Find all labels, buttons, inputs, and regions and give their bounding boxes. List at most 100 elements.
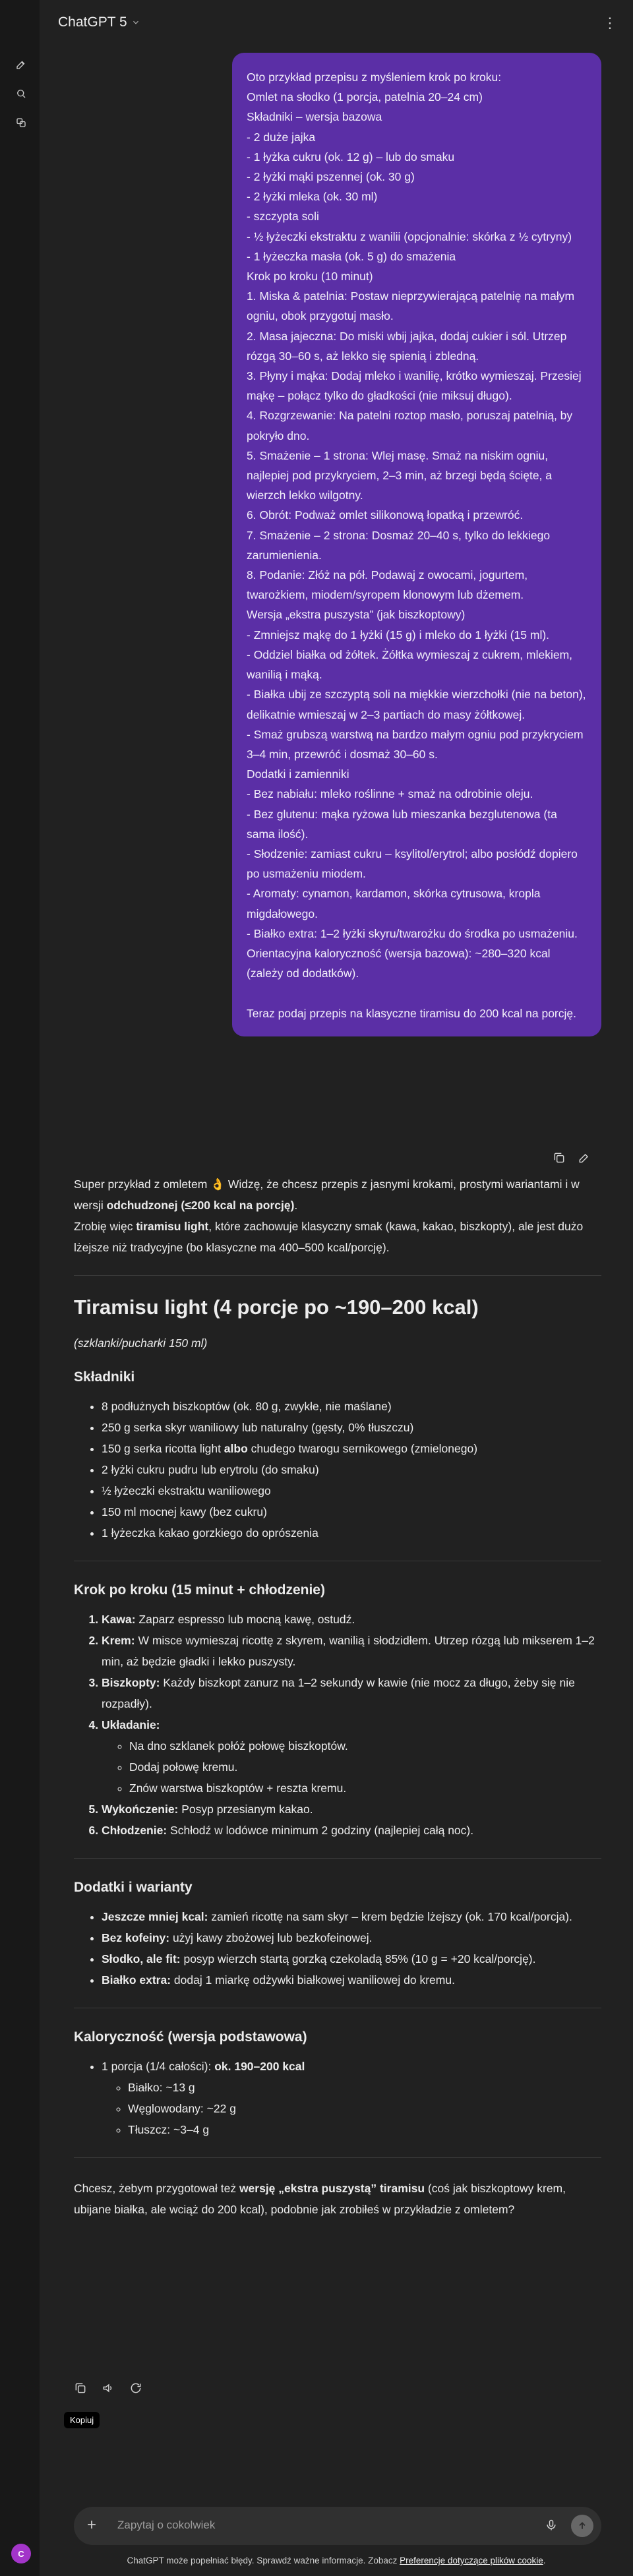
ingredients-list: 8 podłużnych biszkoptów (ok. 80 g, zwykł… <box>74 1396 601 1543</box>
sidebar: C <box>0 0 40 2576</box>
recipe-title: Tiramisu light (4 porcje po ~190–200 kca… <box>74 1296 479 1319</box>
steps-heading: Krok po kroku (15 minut + chłodzenie) <box>74 1582 325 1598</box>
calories-list: 1 porcja (1/4 całości): ok. 190–200 kcal… <box>74 2056 601 2140</box>
message-line: - Słodzenie: zamiast cukru – ksylitol/er… <box>247 847 581 881</box>
intro-paragraph: Super przykład z omletem 👌 Widzę, że chc… <box>74 1178 584 1254</box>
outro-paragraph: Chcesz, żebym przygotował też wersję „ek… <box>74 2182 566 2216</box>
list-item: Chłodzenie: Schłodź w lodówce minimum 2 … <box>102 1820 601 1841</box>
microphone-icon[interactable] <box>545 2519 558 2535</box>
list-item: 2 łyżki cukru pudru lub erytrolu (do sma… <box>102 1459 601 1480</box>
arrow-up-icon <box>579 2522 586 2529</box>
user-message: Oto przykład przepisu z myśleniem krok p… <box>232 53 601 1036</box>
divider <box>74 1858 601 1859</box>
search-icon[interactable] <box>12 84 30 103</box>
message-line: - Aromaty: cynamon, kardamon, skórka cyt… <box>247 887 544 920</box>
assistant-message: Super przykład z omletem 👌 Widzę, że chc… <box>74 1174 601 2220</box>
list-item: Dodaj połowę kremu. <box>129 1756 601 1778</box>
calories-heading: Kaloryczność (wersja podstawowa) <box>74 2029 307 2045</box>
ingredients-heading: Składniki <box>74 1369 135 1385</box>
more-options-icon[interactable]: ⋮ <box>603 15 618 32</box>
regenerate-icon[interactable] <box>129 2381 142 2398</box>
list-item: Układanie: Na dno szklanek połóż połowę … <box>102 1714 601 1799</box>
message-line: - 2 łyżki mąki pszennej (ok. 30 g) <box>247 170 415 184</box>
message-line: Teraz podaj przepis na klasyczne tiramis… <box>247 1006 576 1020</box>
list-item: Słodko, ale fit: posyp wierzch startą go… <box>102 1948 601 1969</box>
list-item: Na dno szklanek połóż połowę biszkoptów. <box>129 1735 601 1756</box>
list-item: Biszkopty: Każdy biszkopt zanurz na 1–2 … <box>102 1672 601 1714</box>
list-item: Jeszcze mniej kcal: zamień ricottę na sa… <box>102 1906 601 1927</box>
list-item: 150 ml mocnej kawy (bez cukru) <box>102 1501 601 1522</box>
extras-list: Jeszcze mniej kcal: zamień ricottę na sa… <box>74 1906 601 1991</box>
message-line: Krok po kroku (10 minut) <box>247 270 373 284</box>
message-line: Dodatki i zamienniki <box>247 767 349 781</box>
model-name: ChatGPT 5 <box>58 15 127 30</box>
message-line: - 2 duże jajka <box>247 130 316 144</box>
list-item: Znów warstwa biszkoptów + reszta kremu. <box>129 1778 601 1799</box>
message-line: - 2 łyżki mleka (ok. 30 ml) <box>247 190 378 204</box>
copy-icon[interactable] <box>74 2381 87 2398</box>
copy-tooltip: Kopiuj <box>64 2412 100 2428</box>
footer-disclaimer: ChatGPT może popełniać błędy. Sprawdź wa… <box>127 2556 546 2565</box>
composer[interactable]: + Zapytaj o cokolwiek <box>74 2507 601 2545</box>
chevron-down-icon <box>133 20 138 24</box>
message-line: - Białka ubij ze szczyptą soli na miękki… <box>247 688 589 721</box>
message-line: 4. Rozgrzewanie: Na patelni roztop masło… <box>247 409 576 442</box>
message-line: Omlet na słodko (1 porcja, patelnia 20–2… <box>247 90 483 104</box>
cookie-preferences-link[interactable]: Preferencje dotyczące plików cookie <box>400 2556 543 2565</box>
divider <box>74 1275 601 1276</box>
user-message-actions <box>553 1151 591 1168</box>
list-item: Kawa: Zaparz espresso lub mocną kawę, os… <box>102 1609 601 1630</box>
list-item: Wykończenie: Posyp przesianym kakao. <box>102 1799 601 1820</box>
message-line: - Bez glutenu: mąka ryżowa lub mieszanka… <box>247 807 560 841</box>
message-line: 2. Masa jajeczna: Do miski wbij jajka, d… <box>247 329 570 363</box>
message-line: 8. Podanie: Złóż na pół. Podawaj z owoca… <box>247 568 531 602</box>
list-item: Bez kofeiny: użyj kawy zbożowej lub bezk… <box>102 1927 601 1948</box>
message-line: - ½ łyżeczki ekstraktu z wanilii (opcjon… <box>247 229 572 243</box>
list-item: Węglowodany: ~22 g <box>128 2098 601 2119</box>
message-line: 6. Obrót: Podważ omlet silikonową łopatk… <box>247 508 524 522</box>
message-line: - szczypta soli <box>247 210 319 224</box>
list-item: 1 porcja (1/4 całości): ok. 190–200 kcal… <box>102 2056 601 2140</box>
response-actions <box>74 2381 142 2398</box>
send-button[interactable] <box>571 2515 593 2537</box>
list-item: Tłuszcz: ~3–4 g <box>128 2119 601 2140</box>
message-line: - Bez nabiału: mleko roślinne + smaż na … <box>247 787 533 801</box>
message-line: 7. Smażenie – 2 strona: Dosmaż 20–40 s, … <box>247 528 553 562</box>
message-line: - 1 łyżeczka masła (ok. 5 g) do smażenia <box>247 249 456 263</box>
message-line: - Smaż grubszą warstwą na bardzo małym o… <box>247 727 587 761</box>
message-line: 3. Płyny i mąka: Dodaj mleko i wanilię, … <box>247 369 585 403</box>
message-line: 5. Smażenie – 1 strona: Wlej masę. Smaż … <box>247 448 555 502</box>
steps-list: Kawa: Zaparz espresso lub mocną kawę, os… <box>74 1609 601 1841</box>
layering-list: Na dno szklanek połóż połowę biszkoptów.… <box>102 1735 601 1799</box>
list-item: 8 podłużnych biszkoptów (ok. 80 g, zwykł… <box>102 1396 601 1417</box>
list-item: Białko extra: dodaj 1 miarkę odżywki bia… <box>102 1969 601 1991</box>
list-item: 1 łyżeczka kakao gorzkiego do oprószenia <box>102 1522 601 1543</box>
list-item: Białko: ~13 g <box>128 2077 601 2098</box>
copy-icon[interactable] <box>553 1151 566 1168</box>
message-line <box>247 983 587 1003</box>
list-item: 250 g serka skyr waniliowy lub naturalny… <box>102 1417 601 1438</box>
message-line: Oto przykład przepisu z myśleniem krok p… <box>247 71 502 84</box>
macros-list: Białko: ~13 g Węglowodany: ~22 g Tłuszcz… <box>102 2077 601 2140</box>
plus-icon[interactable]: + <box>87 2516 96 2534</box>
message-line: - 1 łyżka cukru (ok. 12 g) – lub do smak… <box>247 150 455 164</box>
message-line: - Białko extra: 1–2 łyżki skyru/twarożku… <box>247 926 578 940</box>
recipe-subtitle: (szklanki/pucharki 150 ml) <box>74 1336 208 1350</box>
message-line: - Oddziel białka od żółtek. Żółtka wymie… <box>247 647 576 682</box>
list-item: 150 g serka ricotta light albo chudego t… <box>102 1438 601 1459</box>
list-item: Krem: W misce wymieszaj ricottę z skyrem… <box>102 1630 601 1672</box>
top-bar: ChatGPT 5 ⋮ <box>40 0 633 46</box>
composer-input[interactable]: Zapytaj o cokolwiek <box>117 2519 215 2532</box>
speaker-icon[interactable] <box>102 2381 115 2398</box>
new-chat-icon[interactable] <box>12 55 30 74</box>
message-line: Składniki – wersja bazowa <box>247 110 382 124</box>
message-line: - Zmniejsz mąkę do 1 łyżki (15 g) i mlek… <box>247 628 550 642</box>
message-line: 1. Miska & patelnia: Postaw nieprzywiera… <box>247 289 578 323</box>
list-item: ½ łyżeczki ekstraktu waniliowego <box>102 1480 601 1501</box>
message-line: Orientacyjna kaloryczność (wersja bazowa… <box>247 946 554 980</box>
extras-heading: Dodatki i warianty <box>74 1880 193 1895</box>
edit-icon[interactable] <box>578 1151 591 1168</box>
avatar[interactable]: C <box>11 2544 31 2563</box>
model-selector[interactable]: ChatGPT 5 <box>58 15 140 30</box>
library-icon[interactable] <box>12 113 30 132</box>
